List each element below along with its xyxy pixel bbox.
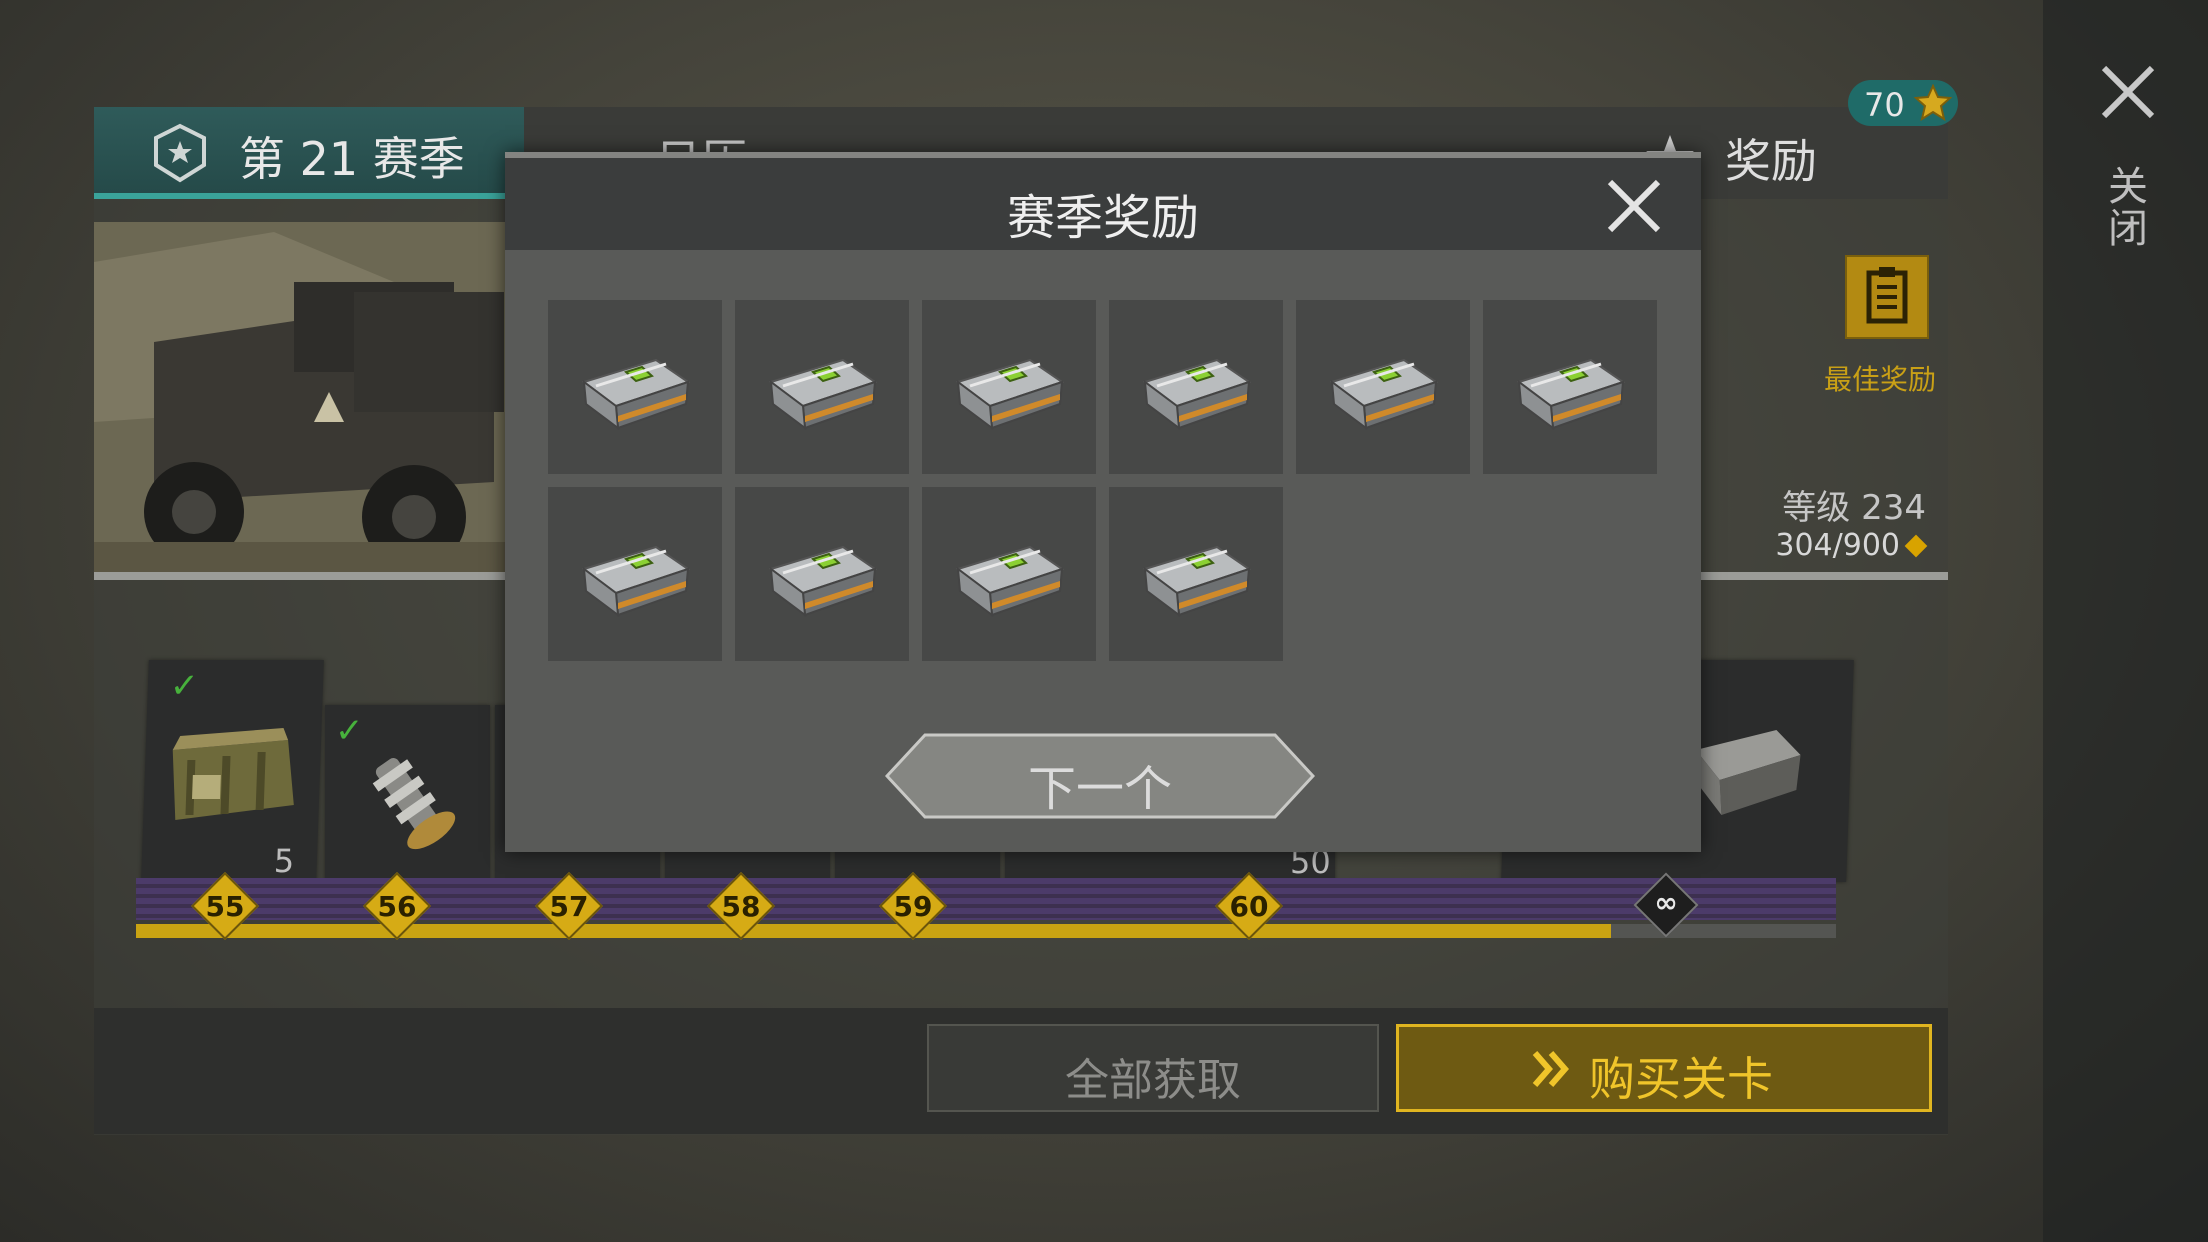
claim-all-label: 全部获取: [1065, 1055, 1241, 1106]
reward-card-55[interactable]: ✓ 5: [141, 660, 324, 882]
modal-title: 赛季奖励: [1006, 190, 1199, 246]
reward-slot[interactable]: [1109, 300, 1283, 474]
currency-badge: 70: [1848, 80, 1958, 126]
info-underline: [1700, 572, 1948, 580]
level-marker-label: 56: [377, 890, 417, 923]
level-marker-label: 57: [549, 890, 589, 923]
buy-level-label: 购买关卡: [1589, 1052, 1773, 1106]
metal-chest-icon: [955, 545, 1065, 618]
buy-level-button[interactable]: 购买关卡: [1396, 1024, 1932, 1112]
track-progress-fill: [136, 924, 1611, 938]
double-chevron-icon: [1532, 1051, 1569, 1087]
pickup-truck-icon: [94, 222, 506, 572]
tab-season[interactable]: 第 21 赛季: [94, 107, 524, 199]
metal-chest-icon: [1695, 730, 1801, 815]
best-reward-label: 最佳奖励: [1823, 363, 1936, 396]
currency-count: 70: [1864, 86, 1905, 124]
metal-chest-icon: [1142, 358, 1252, 431]
metal-chest-icon: [581, 358, 691, 431]
player-level: 等级 234: [1782, 488, 1926, 528]
reward-slot[interactable]: [922, 487, 1096, 661]
infinity-label: ∞: [1654, 886, 1678, 919]
metal-chest-icon: [1329, 358, 1439, 431]
best-reward-button[interactable]: [1845, 255, 1929, 339]
reward-slot[interactable]: [1483, 300, 1657, 474]
close-icon[interactable]: [2098, 62, 2158, 122]
metal-chest-icon: [1516, 358, 1626, 431]
level-marker-label: 59: [893, 890, 933, 923]
claim-all-button[interactable]: 全部获取: [927, 1024, 1379, 1112]
hero-underline: [94, 572, 506, 580]
reward-count: 5: [273, 842, 295, 880]
clipboard-icon: [1866, 267, 1908, 324]
reward-slot[interactable]: [735, 487, 909, 661]
metal-chest-icon: [581, 545, 691, 618]
reward-slot[interactable]: [735, 300, 909, 474]
metal-chest-icon: [768, 545, 878, 618]
hero-vehicle-image: [94, 222, 506, 572]
reward-card-56[interactable]: ✓: [325, 705, 490, 882]
rewards-tab-label: 奖励: [1725, 134, 1817, 188]
supply-crate-icon: [172, 728, 294, 820]
reward-slot[interactable]: [1109, 487, 1283, 661]
reward-slot[interactable]: [1296, 300, 1470, 474]
reward-slot[interactable]: [548, 300, 722, 474]
reward-slot[interactable]: [548, 487, 722, 661]
claimed-check-icon: ✓: [169, 666, 200, 706]
level-marker-label: 60: [1229, 890, 1269, 923]
xp-progress: 304/900: [1775, 528, 1900, 563]
modal-close-icon[interactable]: [1604, 176, 1664, 236]
metal-chest-icon: [1142, 545, 1252, 618]
season-shield-icon: [154, 123, 206, 183]
metal-chest-icon: [955, 358, 1065, 431]
metal-chest-icon: [768, 358, 878, 431]
gold-star-icon: [1914, 84, 1952, 122]
engine-part-icon: [372, 758, 456, 850]
next-button-label: 下一个: [1027, 761, 1172, 817]
season-tab-label: 第 21 赛季: [239, 132, 465, 186]
next-button[interactable]: 下一个: [885, 733, 1315, 819]
level-marker-label: 58: [721, 890, 761, 923]
level-marker-label: 55: [205, 890, 245, 923]
reward-slot[interactable]: [922, 300, 1096, 474]
side-close-label: 关闭: [2101, 165, 2147, 249]
